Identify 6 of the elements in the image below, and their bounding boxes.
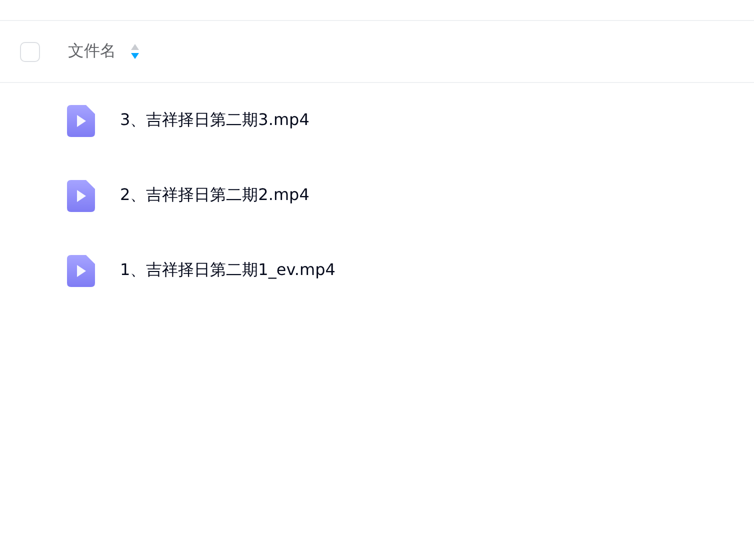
- select-all-checkbox[interactable]: [20, 42, 40, 62]
- column-header[interactable]: 文件名: [68, 41, 116, 62]
- file-name[interactable]: 1、吉祥择日第二期1_ev.mp4: [120, 260, 336, 281]
- file-name[interactable]: 3、吉祥择日第二期3.mp4: [120, 110, 310, 131]
- file-name[interactable]: 2、吉祥择日第二期2.mp4: [120, 185, 310, 206]
- sort-icon[interactable]: [130, 42, 140, 60]
